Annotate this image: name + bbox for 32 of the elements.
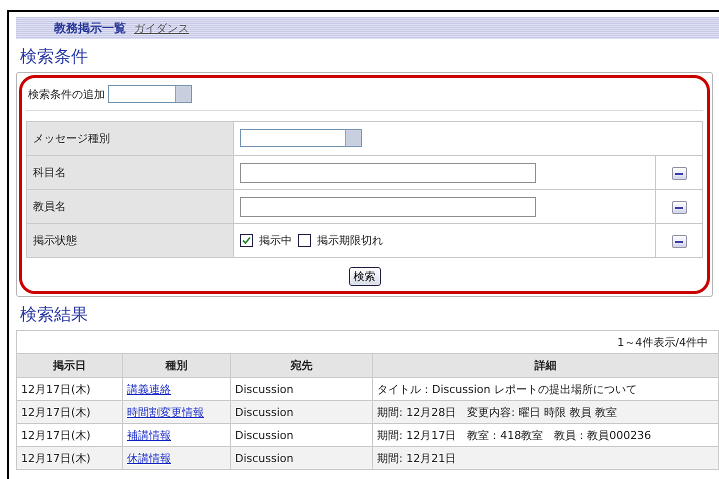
table-cell: 12月17日(木) [16,446,122,470]
text-input-field[interactable] [240,196,536,216]
checkbox-label: 掲示中 [259,233,292,248]
section-heading: 検索条件 [20,46,88,68]
table-cell: 期間: 12月28日 変更内容: 曜日 時限 教員 教室 [372,400,718,424]
guidance-link[interactable]: ガイダンス [134,20,189,36]
remove-icon[interactable] [672,201,686,214]
condition-label: メッセージ種別 [26,122,234,156]
table-cell: Discussion [230,400,372,424]
condition-label: 科目名 [26,156,234,190]
checkbox[interactable] [298,234,311,247]
column-header: 種別 [122,354,230,378]
column-header: 掲示日 [16,354,122,378]
condition-label: 教員名 [26,190,234,224]
remove-icon[interactable] [672,167,686,180]
table-cell: Discussion [230,446,372,470]
table-cell: 期間: 12月21日 [372,446,718,470]
message-type-select[interactable] [240,128,362,146]
column-header: 詳細 [372,354,718,378]
text-input-field[interactable] [240,162,536,182]
search-button[interactable]: 検索 [348,267,380,286]
table-cell: 12月17日(木) [16,400,122,424]
page-title: 教務掲示一覧 [54,20,126,36]
column-header: 宛先 [230,354,372,378]
add-condition-select[interactable] [108,85,192,103]
result-count: 1～4件表示/4件中 [16,330,718,354]
add-condition-label: 検索条件の追加 [28,86,105,102]
condition-label: 掲示状態 [26,224,234,258]
checkbox[interactable] [240,234,253,247]
section-heading: 検索結果 [20,304,88,326]
checkbox-label: 掲示期限切れ [317,233,383,248]
remove-icon[interactable] [672,235,686,248]
